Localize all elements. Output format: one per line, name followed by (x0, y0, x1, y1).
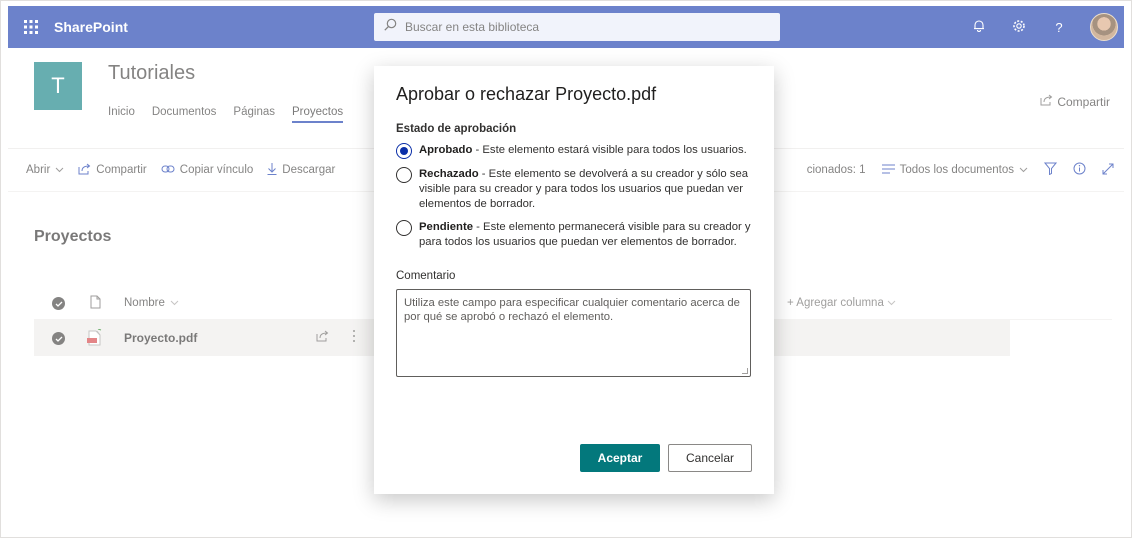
option-pending-title: Pendiente (419, 221, 473, 233)
option-approved-title: Aprobado (419, 144, 473, 156)
approve-reject-dialog: Aprobar o rechazar Proyecto.pdf Estado d… (374, 66, 774, 494)
radio-approved[interactable] (396, 143, 412, 159)
option-pending[interactable]: Pendiente - Este elemento permanecerá vi… (396, 220, 752, 250)
cancel-button[interactable]: Cancelar (668, 444, 752, 472)
option-approved-text: Aprobado - Este elemento estará visible … (419, 143, 747, 159)
option-approved[interactable]: Aprobado - Este elemento estará visible … (396, 143, 752, 159)
resize-grip-icon[interactable] (742, 368, 748, 374)
comment-placeholder: Utiliza este campo para especificar cual… (404, 297, 740, 323)
option-rejected[interactable]: Rechazado - Este elemento se devolverá a… (396, 167, 752, 212)
radio-rejected[interactable] (396, 167, 412, 183)
accept-button[interactable]: Aceptar (580, 444, 660, 472)
comment-textarea[interactable]: Utiliza este campo para especificar cual… (396, 289, 751, 377)
option-approved-desc: - Este elemento estará visible para todo… (472, 144, 747, 156)
dialog-buttons: Aceptar Cancelar (580, 444, 752, 472)
radio-pending[interactable] (396, 220, 412, 236)
comment-label: Comentario (396, 270, 456, 282)
option-pending-text: Pendiente - Este elemento permanecerá vi… (419, 220, 752, 250)
option-rejected-text: Rechazado - Este elemento se devolverá a… (419, 167, 752, 212)
option-rejected-title: Rechazado (419, 168, 479, 180)
approval-status-label: Estado de aprobación (396, 123, 517, 135)
dialog-title: Aprobar o rechazar Proyecto.pdf (396, 84, 657, 104)
